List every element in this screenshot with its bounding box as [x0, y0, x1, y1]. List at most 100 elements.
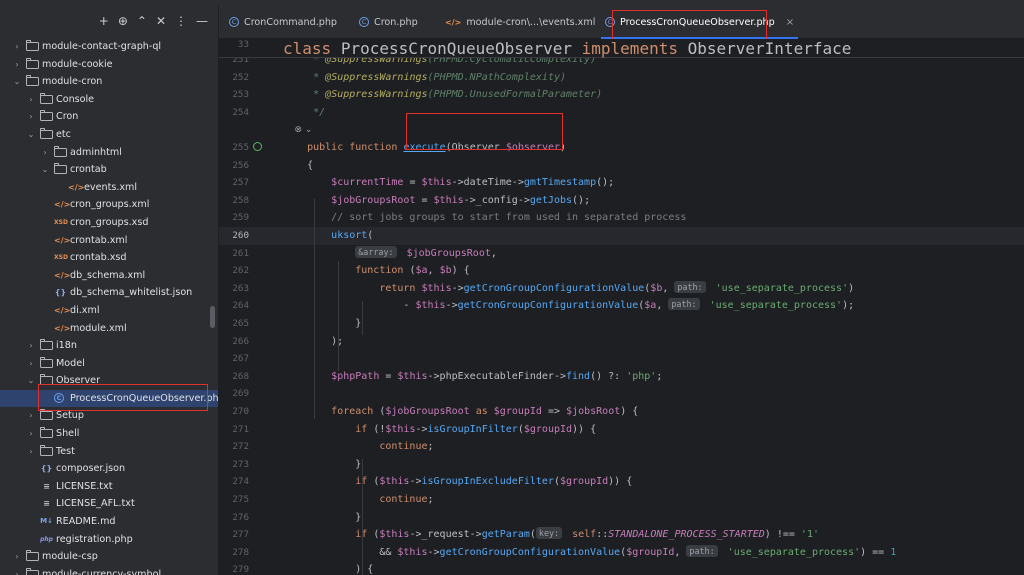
tree-file[interactable]: {} db_schema_whitelist.json	[0, 284, 218, 302]
code-line[interactable]: 262 function ($a, $b) {	[219, 262, 1024, 280]
tree-folder[interactable]: › Cron	[0, 108, 218, 126]
tree-file[interactable]: </> module.xml	[0, 320, 218, 338]
tree-item-label: module-cookie	[42, 58, 113, 70]
code-line[interactable]: 260 uksort(	[219, 227, 1024, 245]
tree-folder[interactable]: ⌄ module-cron	[0, 73, 218, 91]
code-line[interactable]: 253 * @SuppressWarnings(PHPMD.UnusedForm…	[219, 86, 1024, 104]
tree-file[interactable]: ≡ LICENSE_AFL.txt	[0, 495, 218, 513]
tree-folder[interactable]: › Setup	[0, 407, 218, 425]
code-line[interactable]: 268 $phpPath = $this->phpExecutableFinde…	[219, 368, 1024, 386]
line-number: 274	[232, 476, 249, 488]
line-number: 267	[232, 353, 249, 365]
tree-folder[interactable]: › Console	[0, 91, 218, 109]
code-line[interactable]: 254 */	[219, 104, 1024, 122]
folder-icon	[26, 550, 39, 562]
expand-collapse-icon[interactable]: ⌃	[137, 14, 147, 30]
code-line[interactable]: 273 }	[219, 456, 1024, 474]
tree-folder[interactable]: › i18n	[0, 337, 218, 355]
chevron-down-icon[interactable]: ⌄	[12, 73, 22, 91]
code-line[interactable]: 252 * @SuppressWarnings(PHPMD.NPathCompl…	[219, 69, 1024, 87]
locate-icon[interactable]: ⊕	[118, 14, 128, 30]
tree-file[interactable]: </> cron_groups.xml	[0, 196, 218, 214]
tree-file[interactable]: ≡ LICENSE.txt	[0, 478, 218, 496]
options-icon[interactable]: ⋮	[175, 14, 187, 30]
code-line[interactable]: 269	[219, 385, 1024, 403]
chevron-down-icon[interactable]: ⌄	[40, 161, 50, 179]
tab-label: Cron.php	[374, 16, 418, 28]
tree-folder[interactable]: › module-cookie	[0, 56, 218, 74]
close-icon[interactable]: ×	[786, 17, 794, 28]
chevron-right-icon[interactable]: ›	[12, 38, 22, 56]
code-line[interactable]: 272 continue;	[219, 438, 1024, 456]
collapse-all-icon[interactable]: ✕	[156, 14, 166, 30]
chevron-right-icon[interactable]: ›	[12, 566, 22, 575]
code-line[interactable]: 275 continue;	[219, 491, 1024, 509]
add-icon[interactable]: +	[99, 14, 109, 30]
hide-panel-icon[interactable]: —	[196, 14, 208, 30]
tree-folder[interactable]: › module-currency-symbol	[0, 566, 218, 575]
tree-folder[interactable]: ⌄ etc	[0, 126, 218, 144]
code-line[interactable]: 265 }	[219, 315, 1024, 333]
line-number: 272	[232, 441, 249, 453]
code-line[interactable]: 261 &array: $jobGroupsRoot,	[219, 245, 1024, 263]
code-line[interactable]: 264 - $this->getCronGroupConfigurationVa…	[219, 297, 1024, 315]
tab-croncommand[interactable]: C CronCommand.php	[229, 6, 337, 38]
code-editor[interactable]: 33 class ProcessCronQueueObserver implem…	[219, 39, 1024, 575]
tab-processcronqueueobserver[interactable]: C ProcessCronQueueObserver.php ×	[600, 6, 799, 39]
line-number: 266	[232, 335, 249, 347]
code-line[interactable]: 266 );	[219, 333, 1024, 351]
tree-folder[interactable]: › Test	[0, 443, 218, 461]
chevron-right-icon[interactable]: ›	[26, 337, 36, 355]
tree-file[interactable]: </> di.xml	[0, 302, 218, 320]
code-line[interactable]: 274 if ($this->isGroupInExcludeFilter($g…	[219, 473, 1024, 491]
code-text: ⊗ ⌄	[283, 125, 313, 136]
code-line[interactable]: 257 $currentTime = $this->dateTime->gmtT…	[219, 174, 1024, 192]
chevron-right-icon[interactable]: ›	[26, 108, 36, 126]
code-line[interactable]: 270 foreach ($jobGroupsRoot as $groupId …	[219, 403, 1024, 421]
code-line[interactable]: 258 $jobGroupsRoot = $this->_config->get…	[219, 192, 1024, 210]
tree-file[interactable]: </> crontab.xml	[0, 232, 218, 250]
chevron-right-icon[interactable]: ›	[26, 355, 36, 373]
tab-cron[interactable]: C Cron.php	[359, 6, 418, 38]
chevron-down-icon[interactable]: ⌄	[26, 372, 36, 390]
chevron-right-icon[interactable]: ›	[26, 425, 36, 443]
tree-file[interactable]: </> events.xml	[0, 179, 218, 197]
chevron-right-icon[interactable]: ›	[40, 144, 50, 162]
code-line[interactable]: 277 if ($this->_request->getParam(key: s…	[219, 526, 1024, 544]
chevron-right-icon[interactable]: ›	[26, 91, 36, 109]
tree-file[interactable]: XSD crontab.xsd	[0, 249, 218, 267]
code-line[interactable]: 279 ) {	[219, 561, 1024, 575]
chevron-right-icon[interactable]: ›	[12, 548, 22, 566]
tab-events-xml[interactable]: </> module-cron\...\events.xml	[445, 6, 595, 38]
tree-folder[interactable]: › Model	[0, 355, 218, 373]
chevron-right-icon[interactable]: ›	[26, 407, 36, 425]
tree-item-label: adminhtml	[70, 146, 122, 158]
tree-folder[interactable]: › adminhtml	[0, 144, 218, 162]
tree-scrollbar[interactable]	[210, 306, 215, 328]
tree-file[interactable]: php registration.php	[0, 531, 218, 549]
tree-file[interactable]: C ProcessCronQueueObserver.php	[0, 389, 218, 408]
code-line[interactable]: 276 }	[219, 509, 1024, 527]
tree-file[interactable]: XSD cron_groups.xsd	[0, 214, 218, 232]
chevron-down-icon[interactable]: ⌄	[26, 126, 36, 144]
class-icon: C	[229, 17, 239, 27]
code-line[interactable]: 263 return $this->getCronGroupConfigurat…	[219, 280, 1024, 298]
tree-folder[interactable]: › module-contact-graph-ql	[0, 38, 218, 56]
code-line[interactable]: 267	[219, 350, 1024, 368]
tree-folder[interactable]: ⌄ crontab	[0, 161, 218, 179]
code-line[interactable]: 271 if (!$this->isGroupInFilter($groupId…	[219, 421, 1024, 439]
code-line[interactable]: 255 public function execute(Observer $ob…	[219, 139, 1024, 157]
tree-folder[interactable]: › module-csp	[0, 548, 218, 566]
implements-method-icon[interactable]	[253, 142, 262, 151]
code-line[interactable]: ⊗ ⌄	[219, 121, 1024, 139]
code-line[interactable]: 278 && $this->getCronGroupConfigurationV…	[219, 544, 1024, 562]
tree-file[interactable]: M↓ README.md	[0, 513, 218, 531]
tree-folder[interactable]: › Shell	[0, 425, 218, 443]
chevron-right-icon[interactable]: ›	[26, 443, 36, 461]
tree-file[interactable]: {} composer.json	[0, 460, 218, 478]
tree-file[interactable]: </> db_schema.xml	[0, 267, 218, 285]
code-line[interactable]: 256 {	[219, 157, 1024, 175]
code-line[interactable]: 259 // sort jobs groups to start from us…	[219, 209, 1024, 227]
chevron-right-icon[interactable]: ›	[12, 56, 22, 74]
tree-folder[interactable]: ⌄ Observer	[0, 372, 218, 390]
